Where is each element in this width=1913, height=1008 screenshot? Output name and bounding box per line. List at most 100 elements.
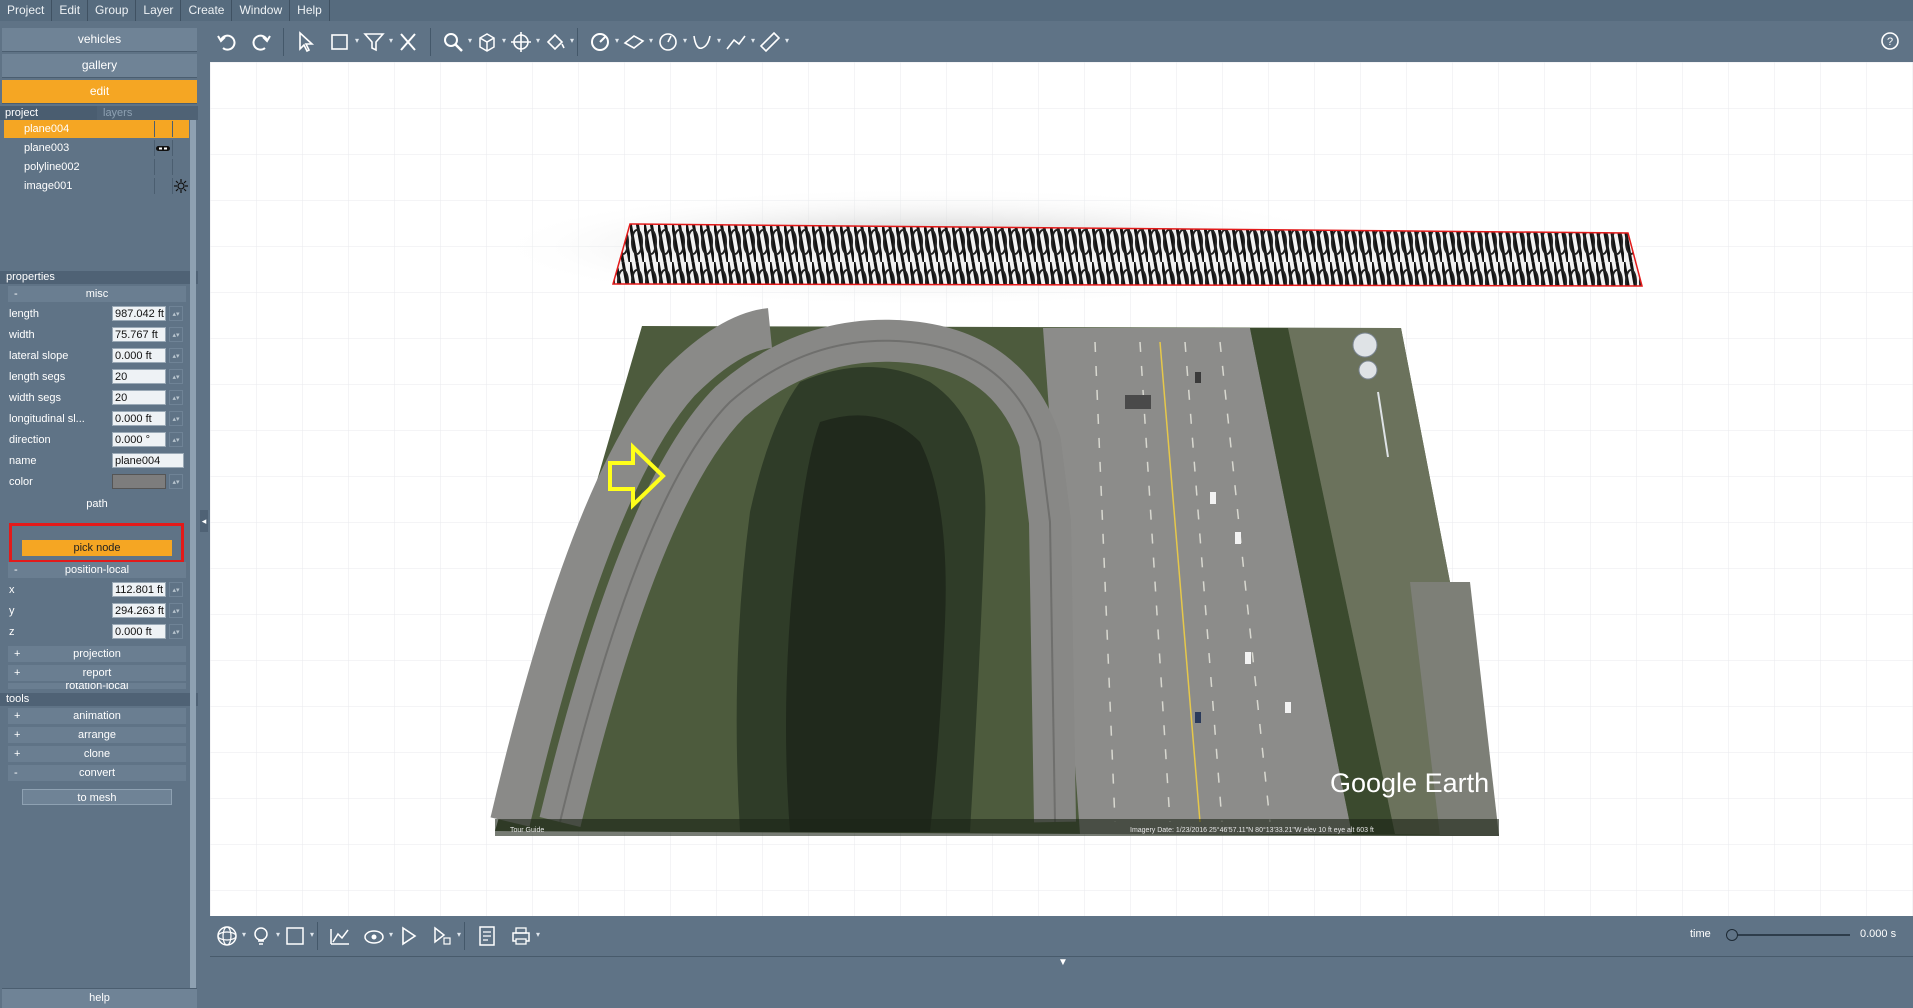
panel-scrollbar[interactable]: [190, 120, 196, 1005]
animation-group-header[interactable]: + animation: [8, 708, 186, 724]
terrain-button[interactable]: [323, 919, 357, 953]
menu-layer[interactable]: Layer: [136, 0, 182, 21]
filter-icon: [363, 33, 385, 52]
width-segs-stepper[interactable]: ▴▾: [169, 390, 183, 405]
vehicles-button[interactable]: vehicles: [2, 28, 197, 52]
light-button[interactable]: ▾: [244, 919, 280, 953]
z-stepper[interactable]: ▴▾: [169, 624, 183, 639]
width-stepper[interactable]: ▴▾: [169, 327, 183, 342]
measure-button[interactable]: ▾: [583, 25, 619, 59]
width-field[interactable]: 75.767 ft: [112, 327, 166, 342]
layer-name: image001: [24, 180, 73, 192]
rotation-local-group-header[interactable]: rotation-local: [8, 683, 186, 689]
longitudinal-slope-stepper[interactable]: ▴▾: [169, 411, 183, 426]
angle-button[interactable]: ▾: [651, 25, 687, 59]
compass-icon: [659, 33, 677, 51]
time-slider-knob[interactable]: [1726, 929, 1738, 941]
curve-button[interactable]: ▾: [685, 25, 721, 59]
x-stepper[interactable]: ▴▾: [169, 582, 183, 597]
help-footer-button[interactable]: help: [2, 988, 197, 1008]
map-look-icon: [1358, 360, 1378, 380]
menu-edit[interactable]: Edit: [52, 0, 89, 21]
direction-field[interactable]: 0.000 °: [112, 432, 166, 447]
length-segs-property: length segs 20 ▴▾: [4, 367, 190, 387]
ruler-button[interactable]: ▾: [753, 25, 789, 59]
menu-group[interactable]: Group: [88, 0, 137, 21]
polyline-button[interactable]: ▾: [719, 25, 755, 59]
report-group-header[interactable]: + report: [8, 665, 186, 681]
length-segs-field[interactable]: 20: [112, 369, 166, 384]
move-button[interactable]: ▾: [504, 25, 540, 59]
layer-row[interactable]: plane004: [4, 120, 189, 138]
clone-group-header[interactable]: + clone: [8, 746, 186, 762]
misc-group-header[interactable]: - misc: [8, 286, 186, 302]
paint-bucket-icon: [546, 33, 565, 51]
color-stepper[interactable]: ▴▾: [169, 474, 183, 489]
step-button[interactable]: ▾: [425, 919, 461, 953]
help-button[interactable]: ?: [1879, 30, 1901, 52]
layer-row[interactable]: polyline002: [4, 158, 189, 176]
camera-button[interactable]: ▾: [357, 919, 393, 953]
longitudinal-slope-field[interactable]: 0.000 ft: [112, 411, 166, 426]
direction-stepper[interactable]: ▴▾: [169, 432, 183, 447]
length-segs-stepper[interactable]: ▴▾: [169, 369, 183, 384]
report-button[interactable]: [470, 919, 504, 953]
menu-window[interactable]: Window: [232, 0, 291, 21]
wireframe-sphere-icon: [217, 926, 237, 946]
width-property: width 75.767 ft ▴▾: [4, 325, 190, 345]
collapse-panel-handle[interactable]: ◂: [200, 510, 208, 532]
3d-viewport[interactable]: Google Earth Tour Guide Imagery Date: 1/…: [210, 62, 1913, 916]
imagery-footer: Imagery Date: 1/23/2016 25°46'57.11"N 80…: [1130, 826, 1374, 834]
zoom-button[interactable]: ▾: [436, 25, 472, 59]
aerial-image-plane[interactable]: Google Earth Tour Guide Imagery Date: 1/…: [490, 308, 1499, 836]
play-button[interactable]: [391, 919, 425, 953]
width-segs-field[interactable]: 20: [112, 390, 166, 405]
name-field[interactable]: plane004: [112, 453, 184, 468]
rectangle-select-icon: [331, 34, 348, 50]
rectangle-select-button[interactable]: ▾: [323, 25, 359, 59]
convert-group-header[interactable]: - convert: [8, 765, 186, 781]
lateral-slope-field[interactable]: 0.000 ft: [112, 348, 166, 363]
length-stepper[interactable]: ▴▾: [169, 306, 183, 321]
tab-layers[interactable]: layers: [98, 106, 132, 120]
surface-button[interactable]: ▾: [617, 25, 653, 59]
to-mesh-button[interactable]: to mesh: [22, 789, 172, 805]
background-button[interactable]: ▾: [278, 919, 314, 953]
lateral-slope-stepper[interactable]: ▴▾: [169, 348, 183, 363]
menu-project[interactable]: Project: [0, 0, 53, 21]
toolbar-separator: [577, 28, 578, 56]
redo-button[interactable]: [244, 25, 278, 59]
printer-icon: [512, 927, 530, 945]
delete-button[interactable]: [391, 25, 425, 59]
gallery-button[interactable]: gallery: [2, 54, 197, 78]
layer-row[interactable]: image001: [4, 177, 189, 195]
edit-button[interactable]: edit: [2, 80, 197, 104]
tab-project[interactable]: project: [0, 106, 97, 120]
render-mode-button[interactable]: ▾: [210, 919, 246, 953]
select-tool-button[interactable]: [289, 25, 323, 59]
z-field[interactable]: 0.000 ft: [112, 624, 166, 639]
time-slider[interactable]: [1726, 934, 1850, 936]
length-property: length 987.042 ft ▴▾: [4, 304, 190, 324]
path-group-header[interactable]: path: [8, 496, 186, 512]
toolbar-separator: [430, 28, 431, 56]
projection-group-header[interactable]: + projection: [8, 646, 186, 662]
undo-button[interactable]: [210, 25, 244, 59]
layer-row[interactable]: plane003: [4, 139, 189, 157]
filter-button[interactable]: ▾: [357, 25, 393, 59]
plane004-mesh[interactable]: [612, 223, 1643, 287]
length-field[interactable]: 987.042 ft: [112, 306, 166, 321]
view-cube-button[interactable]: ▾: [470, 25, 506, 59]
google-earth-brand: Google Earth: [1330, 768, 1489, 798]
arrange-group-header[interactable]: + arrange: [8, 727, 186, 743]
menu-create[interactable]: Create: [181, 0, 233, 21]
y-field[interactable]: 294.263 ft: [112, 603, 166, 618]
menu-help[interactable]: Help: [290, 0, 330, 21]
x-field[interactable]: 112.801 ft: [112, 582, 166, 597]
position-local-group-header[interactable]: - position-local: [8, 562, 186, 578]
expand-panel-arrow-icon[interactable]: ▼: [1058, 957, 1068, 968]
print-button[interactable]: ▾: [504, 919, 540, 953]
paint-button[interactable]: ▾: [538, 25, 574, 59]
y-stepper[interactable]: ▴▾: [169, 603, 183, 618]
color-swatch[interactable]: [112, 474, 166, 489]
